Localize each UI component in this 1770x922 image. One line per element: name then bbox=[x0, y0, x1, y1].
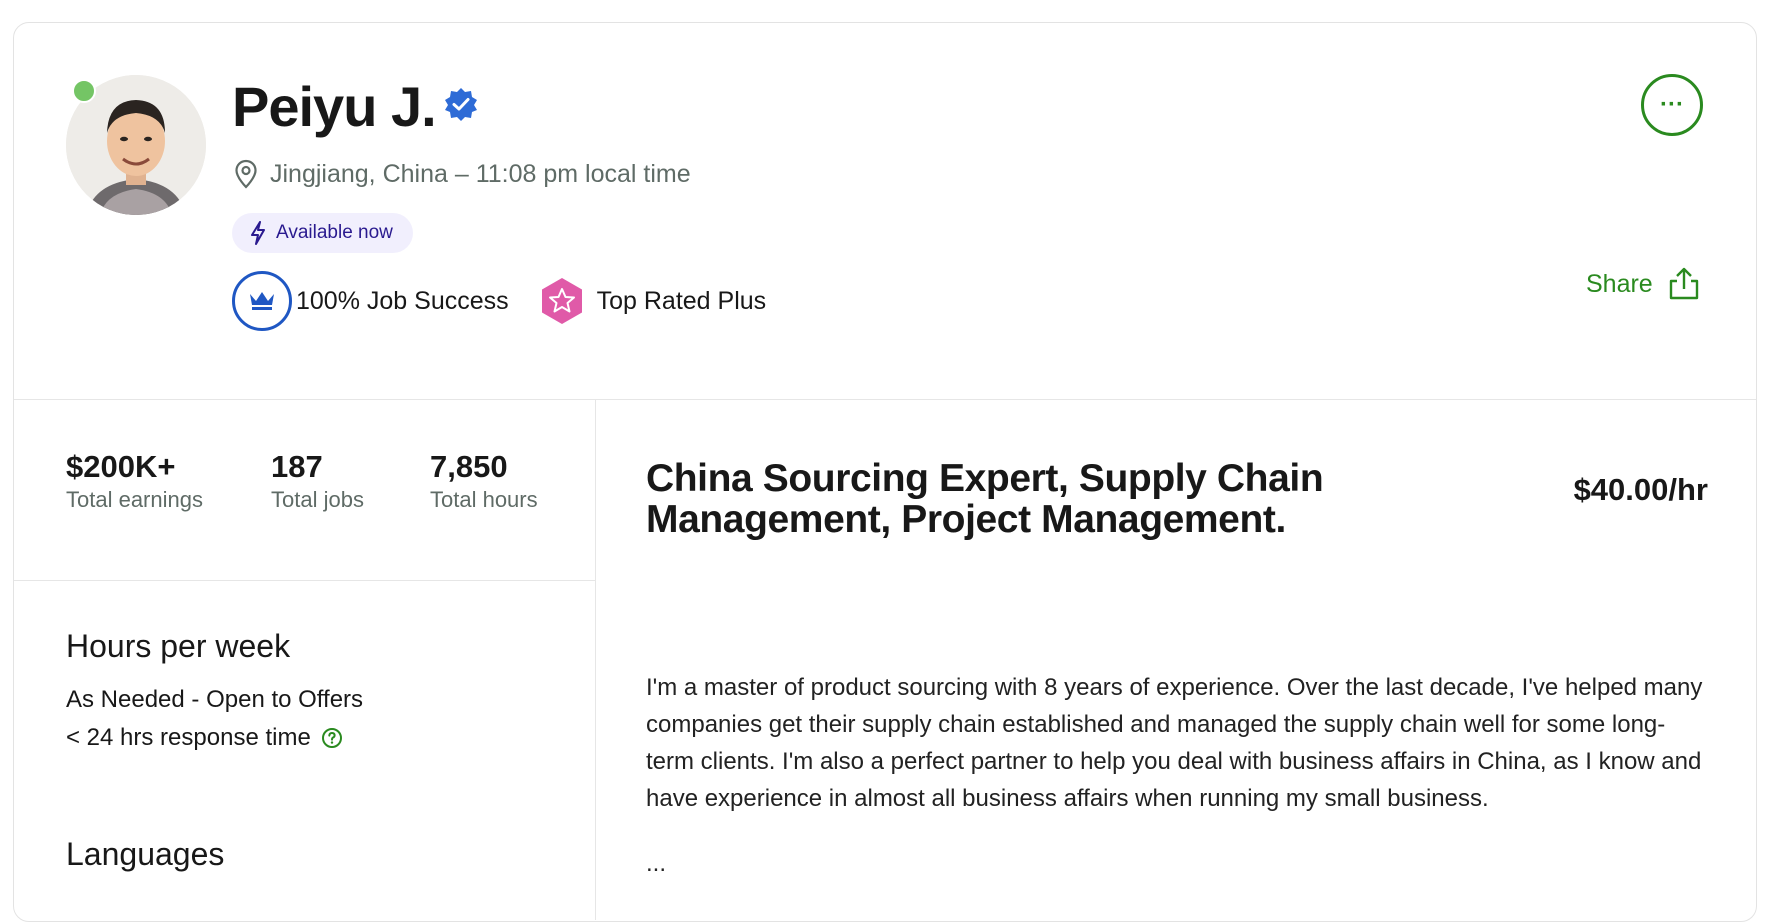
availability-text: Available now bbox=[276, 222, 393, 243]
hours-per-week-value: As Needed - Open to Offers bbox=[66, 686, 363, 714]
stat-value: 7,850 bbox=[430, 449, 508, 484]
stat-value: $200K+ bbox=[66, 449, 176, 484]
share-button[interactable]: Share bbox=[1586, 267, 1701, 301]
profile-title: China Sourcing Expert, Supply Chain Mana… bbox=[646, 457, 1324, 542]
top-rated-text: Top Rated Plus bbox=[596, 286, 767, 315]
more-options-button[interactable]: ··· bbox=[1641, 74, 1703, 136]
profile-main: China Sourcing Expert, Supply Chain Mana… bbox=[596, 400, 1756, 920]
hourly-rate: $40.00/hr bbox=[1573, 472, 1708, 507]
lightning-icon bbox=[250, 221, 266, 245]
location-text: Jingjiang, China – 11:08 pm local time bbox=[270, 159, 691, 188]
hours-value-text: As Needed - Open to Offers bbox=[66, 686, 364, 713]
stat-total-hours: 7,850 Total hours bbox=[430, 448, 538, 513]
job-success-badge[interactable]: 100% Job Success bbox=[232, 271, 509, 331]
profile-name: Peiyu J. bbox=[232, 75, 437, 138]
location-line: Jingjiang, China – 11:08 pm local time bbox=[234, 159, 691, 189]
profile-sidebar: $200K+ Total earnings 187 Total jobs 7,8… bbox=[14, 400, 596, 920]
stat-value: 187 bbox=[271, 449, 323, 484]
avatar-container bbox=[66, 75, 206, 215]
stats-section: $200K+ Total earnings 187 Total jobs 7,8… bbox=[14, 400, 595, 581]
bio-more-ellipsis[interactable]: ... bbox=[646, 850, 666, 878]
hours-per-week-title: Hours per week bbox=[66, 628, 291, 664]
stat-total-jobs: 187 Total jobs bbox=[271, 448, 364, 513]
more-options-icon: ··· bbox=[1660, 91, 1684, 118]
availability-badge[interactable]: Available now bbox=[232, 213, 413, 253]
location-pin-icon bbox=[235, 159, 257, 189]
stat-label: Total earnings bbox=[66, 487, 203, 513]
stat-label: Total hours bbox=[430, 487, 538, 513]
top-rated-star-icon bbox=[541, 278, 582, 324]
verified-badge-icon bbox=[445, 88, 477, 121]
profile-card: Peiyu J. Jingjiang, China – 11:08 pm loc… bbox=[13, 22, 1757, 922]
stat-label: Total jobs bbox=[271, 487, 364, 513]
response-time: < 24 hrs response time bbox=[66, 724, 343, 752]
job-success-text: 100% Job Success bbox=[296, 286, 509, 315]
languages-title: Languages bbox=[66, 836, 225, 872]
crown-icon bbox=[232, 271, 292, 331]
profile-header: Peiyu J. Jingjiang, China – 11:08 pm loc… bbox=[14, 23, 1756, 400]
share-icon bbox=[1667, 267, 1701, 301]
stat-total-earnings: $200K+ Total earnings bbox=[66, 448, 203, 513]
profile-bio: I'm a master of product sourcing with 8 … bbox=[646, 674, 1703, 812]
help-icon[interactable] bbox=[321, 727, 343, 749]
share-label: Share bbox=[1586, 269, 1653, 298]
profile-badges: 100% Job Success Top Rated Plus bbox=[232, 271, 766, 331]
online-status-indicator bbox=[72, 79, 96, 103]
response-time-text: < 24 hrs response time bbox=[66, 724, 311, 751]
top-rated-badge[interactable]: Top Rated Plus bbox=[537, 276, 767, 326]
